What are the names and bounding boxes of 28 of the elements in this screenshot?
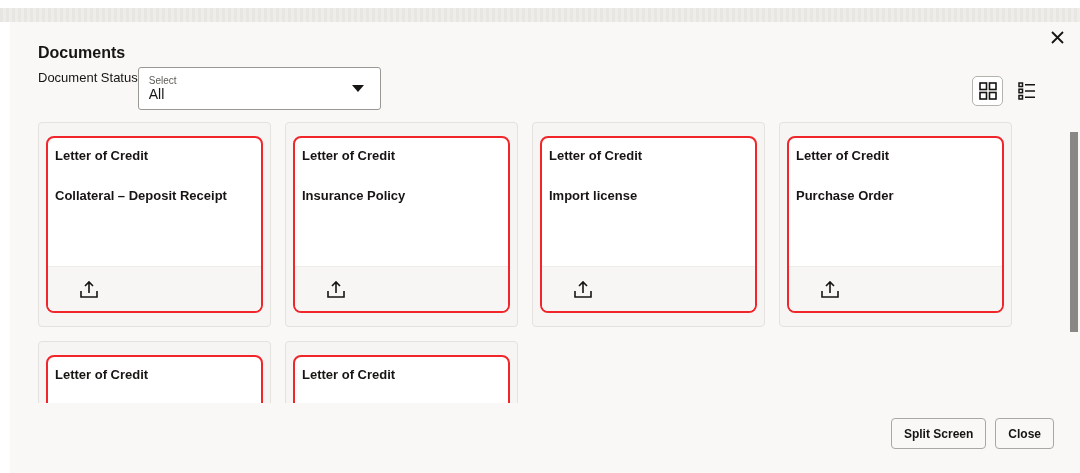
upload-icon[interactable] [821,280,839,298]
document-category: Letter of Credit [796,148,891,163]
document-category: Letter of Credit [302,148,397,163]
document-card[interactable]: Letter of Credit Import license [540,136,757,313]
document-card[interactable]: Letter of Credit [46,355,263,403]
status-select[interactable]: Select All [137,67,381,110]
document-category: Letter of Credit [55,367,150,382]
document-status-label: Document Status [38,70,138,85]
document-category: Letter of Credit [549,148,644,163]
upload-icon[interactable] [574,280,592,298]
footer-button[interactable]: Close [995,418,1054,449]
document-name: Insurance Policy [302,188,407,203]
upload-icon[interactable] [80,280,98,298]
document-card[interactable]: Letter of Credit Purchase Order [787,136,1004,313]
document-card[interactable]: Letter of Credit Insurance Policy [293,136,510,313]
document-card[interactable]: Letter of Credit [293,355,510,403]
document-name: Collateral – Deposit Receipt [55,188,228,203]
document-card[interactable]: Letter of Credit Collateral – Deposit Receipt [46,136,263,313]
grid-view-icon[interactable] [972,76,1003,106]
close-icon[interactable] [1051,31,1064,44]
footer-button[interactable]: Split Screen [890,418,987,449]
document-category: Letter of Credit [55,148,150,163]
upload-icon[interactable] [327,280,345,298]
caret-icon [351,85,364,92]
document-name: Import license [549,188,639,203]
document-category: Letter of Credit [302,367,397,382]
dialog-title: Documents [38,44,126,62]
document-name: Purchase Order [796,188,895,203]
